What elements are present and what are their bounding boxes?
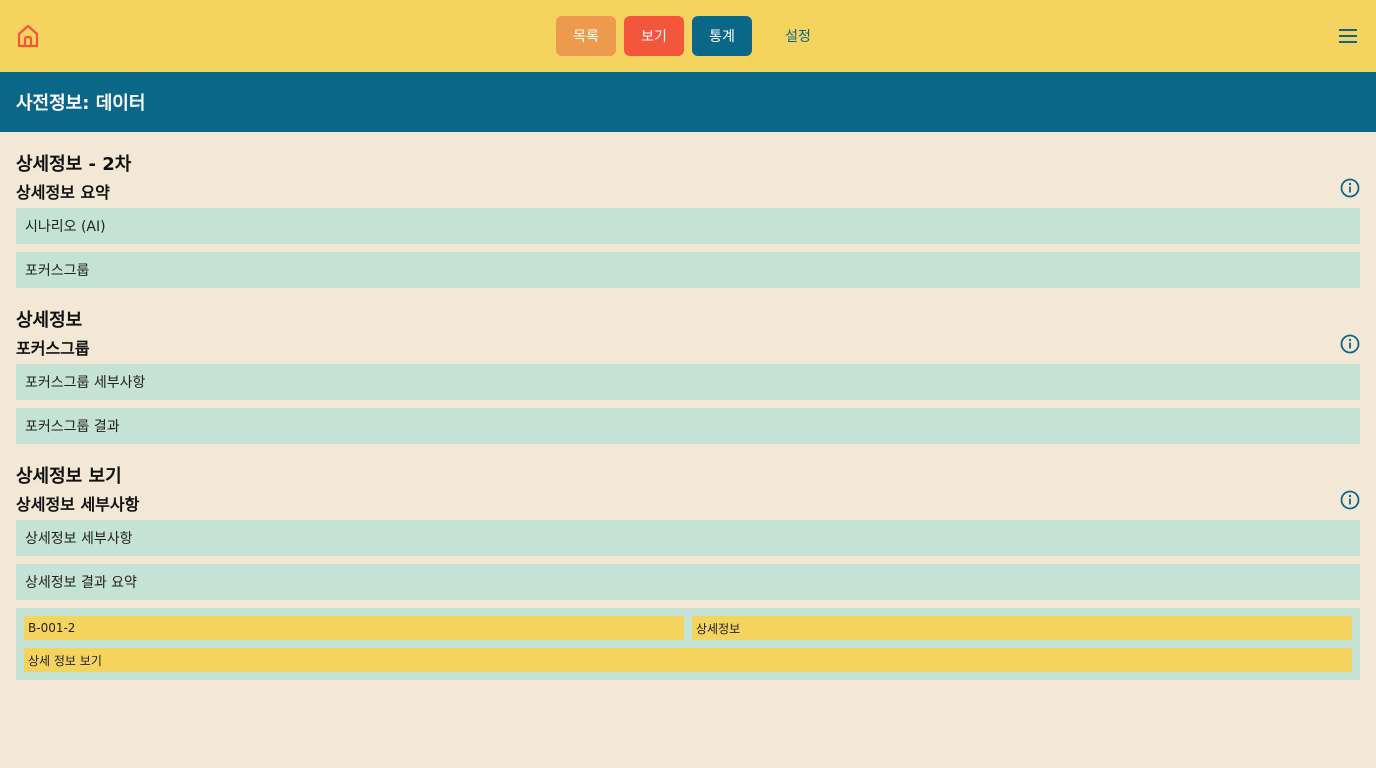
hamburger-menu-icon[interactable]	[1336, 24, 1360, 48]
detail-meta-box: B-001-2 상세정보 상세 정보 보기	[16, 608, 1360, 680]
section-title: 상세정보	[16, 310, 83, 331]
nav-view-button[interactable]: 보기	[624, 16, 684, 56]
page-title: 사전정보: 데이터	[16, 93, 146, 114]
nav-stats-button[interactable]: 통계	[692, 16, 752, 56]
record-id-chip: B-001-2	[24, 616, 684, 640]
info-icon[interactable]	[1340, 334, 1360, 354]
section-subtitle: 상세정보 요약	[16, 183, 110, 202]
list-item[interactable]: 시나리오 (AI)	[16, 208, 1360, 244]
list-item[interactable]: 포커스그룹 결과	[16, 408, 1360, 444]
nav-settings-button[interactable]: 설정	[760, 16, 836, 56]
section-subtitle: 상세정보 세부사항	[16, 495, 140, 514]
list-item[interactable]: 상세정보 결과 요약	[16, 564, 1360, 600]
page-title-bar: 사전정보: 데이터	[0, 72, 1376, 132]
section-title: 상세정보 - 2차	[16, 154, 132, 175]
nav-list-button[interactable]: 목록	[556, 16, 616, 56]
info-icon[interactable]	[1340, 490, 1360, 510]
main-nav: 목록 보기 통계 설정	[556, 16, 836, 56]
list-item[interactable]: 상세정보 세부사항	[16, 520, 1360, 556]
info-icon[interactable]	[1340, 178, 1360, 198]
home-icon[interactable]	[14, 22, 42, 50]
section-title: 상세정보 보기	[16, 466, 122, 487]
list-item[interactable]: 포커스그룹	[16, 252, 1360, 288]
top-navigation-bar: 목록 보기 통계 설정	[0, 0, 1376, 72]
list-item[interactable]: 포커스그룹 세부사항	[16, 364, 1360, 400]
view-detail-button[interactable]: 상세 정보 보기	[24, 648, 1352, 672]
record-type-chip: 상세정보	[692, 616, 1352, 640]
section-subtitle: 포커스그룹	[16, 339, 90, 358]
